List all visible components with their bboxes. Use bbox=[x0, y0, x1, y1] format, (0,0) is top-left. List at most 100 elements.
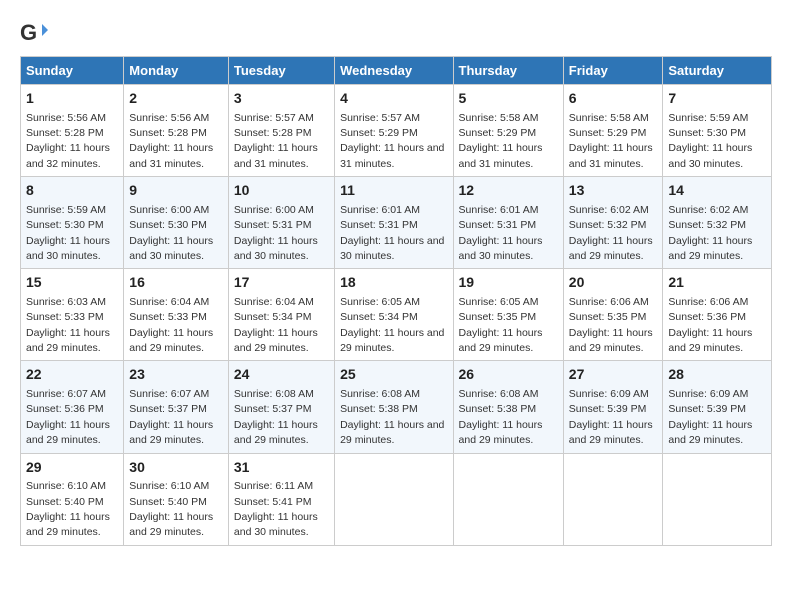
day-info: Sunrise: 5:57 AMSunset: 5:28 PMDaylight:… bbox=[234, 112, 318, 170]
day-info: Sunrise: 6:00 AMSunset: 5:30 PMDaylight:… bbox=[129, 204, 213, 262]
day-number: 4 bbox=[340, 89, 447, 109]
day-info: Sunrise: 6:05 AMSunset: 5:35 PMDaylight:… bbox=[459, 296, 543, 354]
day-info: Sunrise: 6:02 AMSunset: 5:32 PMDaylight:… bbox=[569, 204, 653, 262]
calendar-cell: 22 Sunrise: 6:07 AMSunset: 5:36 PMDaylig… bbox=[21, 361, 124, 453]
day-number: 1 bbox=[26, 89, 118, 109]
calendar-week-row: 8 Sunrise: 5:59 AMSunset: 5:30 PMDayligh… bbox=[21, 177, 772, 269]
day-info: Sunrise: 6:08 AMSunset: 5:37 PMDaylight:… bbox=[234, 388, 318, 446]
day-number: 30 bbox=[129, 458, 223, 478]
calendar-cell: 18 Sunrise: 6:05 AMSunset: 5:34 PMDaylig… bbox=[335, 269, 453, 361]
day-number: 10 bbox=[234, 181, 329, 201]
day-number: 2 bbox=[129, 89, 223, 109]
calendar-cell: 5 Sunrise: 5:58 AMSunset: 5:29 PMDayligh… bbox=[453, 85, 563, 177]
calendar-cell: 6 Sunrise: 5:58 AMSunset: 5:29 PMDayligh… bbox=[563, 85, 663, 177]
day-info: Sunrise: 6:04 AMSunset: 5:34 PMDaylight:… bbox=[234, 296, 318, 354]
calendar-cell: 28 Sunrise: 6:09 AMSunset: 5:39 PMDaylig… bbox=[663, 361, 772, 453]
day-info: Sunrise: 5:56 AMSunset: 5:28 PMDaylight:… bbox=[129, 112, 213, 170]
calendar-cell: 31 Sunrise: 6:11 AMSunset: 5:41 PMDaylig… bbox=[228, 453, 334, 545]
day-number: 24 bbox=[234, 365, 329, 385]
calendar-cell bbox=[453, 453, 563, 545]
day-info: Sunrise: 6:08 AMSunset: 5:38 PMDaylight:… bbox=[340, 388, 444, 446]
day-info: Sunrise: 6:04 AMSunset: 5:33 PMDaylight:… bbox=[129, 296, 213, 354]
calendar-cell: 20 Sunrise: 6:06 AMSunset: 5:35 PMDaylig… bbox=[563, 269, 663, 361]
day-number: 31 bbox=[234, 458, 329, 478]
calendar-week-row: 22 Sunrise: 6:07 AMSunset: 5:36 PMDaylig… bbox=[21, 361, 772, 453]
calendar-cell: 23 Sunrise: 6:07 AMSunset: 5:37 PMDaylig… bbox=[124, 361, 229, 453]
calendar-cell: 13 Sunrise: 6:02 AMSunset: 5:32 PMDaylig… bbox=[563, 177, 663, 269]
day-number: 20 bbox=[569, 273, 658, 293]
calendar-cell: 19 Sunrise: 6:05 AMSunset: 5:35 PMDaylig… bbox=[453, 269, 563, 361]
calendar-cell bbox=[563, 453, 663, 545]
calendar-week-row: 1 Sunrise: 5:56 AMSunset: 5:28 PMDayligh… bbox=[21, 85, 772, 177]
calendar-cell: 29 Sunrise: 6:10 AMSunset: 5:40 PMDaylig… bbox=[21, 453, 124, 545]
calendar-cell: 8 Sunrise: 5:59 AMSunset: 5:30 PMDayligh… bbox=[21, 177, 124, 269]
day-number: 17 bbox=[234, 273, 329, 293]
calendar-cell: 9 Sunrise: 6:00 AMSunset: 5:30 PMDayligh… bbox=[124, 177, 229, 269]
day-number: 5 bbox=[459, 89, 558, 109]
weekday-header-saturday: Saturday bbox=[663, 57, 772, 85]
day-number: 28 bbox=[668, 365, 766, 385]
day-info: Sunrise: 6:10 AMSunset: 5:40 PMDaylight:… bbox=[129, 480, 213, 538]
day-number: 12 bbox=[459, 181, 558, 201]
day-number: 29 bbox=[26, 458, 118, 478]
calendar-cell: 10 Sunrise: 6:00 AMSunset: 5:31 PMDaylig… bbox=[228, 177, 334, 269]
day-info: Sunrise: 6:01 AMSunset: 5:31 PMDaylight:… bbox=[340, 204, 444, 262]
calendar-cell: 17 Sunrise: 6:04 AMSunset: 5:34 PMDaylig… bbox=[228, 269, 334, 361]
weekday-header-thursday: Thursday bbox=[453, 57, 563, 85]
calendar-cell: 7 Sunrise: 5:59 AMSunset: 5:30 PMDayligh… bbox=[663, 85, 772, 177]
calendar-table: SundayMondayTuesdayWednesdayThursdayFrid… bbox=[20, 56, 772, 546]
calendar-cell: 21 Sunrise: 6:06 AMSunset: 5:36 PMDaylig… bbox=[663, 269, 772, 361]
day-info: Sunrise: 5:59 AMSunset: 5:30 PMDaylight:… bbox=[668, 112, 752, 170]
calendar-cell bbox=[663, 453, 772, 545]
day-info: Sunrise: 6:00 AMSunset: 5:31 PMDaylight:… bbox=[234, 204, 318, 262]
day-number: 23 bbox=[129, 365, 223, 385]
day-info: Sunrise: 6:11 AMSunset: 5:41 PMDaylight:… bbox=[234, 480, 318, 538]
calendar-cell: 4 Sunrise: 5:57 AMSunset: 5:29 PMDayligh… bbox=[335, 85, 453, 177]
day-info: Sunrise: 5:56 AMSunset: 5:28 PMDaylight:… bbox=[26, 112, 110, 170]
day-number: 25 bbox=[340, 365, 447, 385]
day-number: 9 bbox=[129, 181, 223, 201]
day-number: 11 bbox=[340, 181, 447, 201]
day-info: Sunrise: 6:09 AMSunset: 5:39 PMDaylight:… bbox=[569, 388, 653, 446]
day-info: Sunrise: 6:06 AMSunset: 5:36 PMDaylight:… bbox=[668, 296, 752, 354]
calendar-cell: 12 Sunrise: 6:01 AMSunset: 5:31 PMDaylig… bbox=[453, 177, 563, 269]
day-info: Sunrise: 6:08 AMSunset: 5:38 PMDaylight:… bbox=[459, 388, 543, 446]
calendar-cell: 3 Sunrise: 5:57 AMSunset: 5:28 PMDayligh… bbox=[228, 85, 334, 177]
day-number: 19 bbox=[459, 273, 558, 293]
weekday-header-row: SundayMondayTuesdayWednesdayThursdayFrid… bbox=[21, 57, 772, 85]
calendar-cell: 1 Sunrise: 5:56 AMSunset: 5:28 PMDayligh… bbox=[21, 85, 124, 177]
calendar-cell: 26 Sunrise: 6:08 AMSunset: 5:38 PMDaylig… bbox=[453, 361, 563, 453]
weekday-header-wednesday: Wednesday bbox=[335, 57, 453, 85]
weekday-header-monday: Monday bbox=[124, 57, 229, 85]
svg-text:G: G bbox=[20, 20, 37, 45]
day-info: Sunrise: 6:09 AMSunset: 5:39 PMDaylight:… bbox=[668, 388, 752, 446]
day-number: 15 bbox=[26, 273, 118, 293]
calendar-cell: 15 Sunrise: 6:03 AMSunset: 5:33 PMDaylig… bbox=[21, 269, 124, 361]
day-number: 21 bbox=[668, 273, 766, 293]
calendar-cell: 24 Sunrise: 6:08 AMSunset: 5:37 PMDaylig… bbox=[228, 361, 334, 453]
day-number: 7 bbox=[668, 89, 766, 109]
day-number: 8 bbox=[26, 181, 118, 201]
day-number: 27 bbox=[569, 365, 658, 385]
day-info: Sunrise: 6:01 AMSunset: 5:31 PMDaylight:… bbox=[459, 204, 543, 262]
day-info: Sunrise: 6:02 AMSunset: 5:32 PMDaylight:… bbox=[668, 204, 752, 262]
weekday-header-friday: Friday bbox=[563, 57, 663, 85]
day-info: Sunrise: 5:57 AMSunset: 5:29 PMDaylight:… bbox=[340, 112, 444, 170]
calendar-week-row: 15 Sunrise: 6:03 AMSunset: 5:33 PMDaylig… bbox=[21, 269, 772, 361]
day-info: Sunrise: 6:07 AMSunset: 5:37 PMDaylight:… bbox=[129, 388, 213, 446]
day-info: Sunrise: 6:07 AMSunset: 5:36 PMDaylight:… bbox=[26, 388, 110, 446]
day-number: 6 bbox=[569, 89, 658, 109]
day-number: 14 bbox=[668, 181, 766, 201]
day-info: Sunrise: 6:06 AMSunset: 5:35 PMDaylight:… bbox=[569, 296, 653, 354]
calendar-cell: 14 Sunrise: 6:02 AMSunset: 5:32 PMDaylig… bbox=[663, 177, 772, 269]
day-info: Sunrise: 5:59 AMSunset: 5:30 PMDaylight:… bbox=[26, 204, 110, 262]
calendar-week-row: 29 Sunrise: 6:10 AMSunset: 5:40 PMDaylig… bbox=[21, 453, 772, 545]
day-number: 18 bbox=[340, 273, 447, 293]
logo: G bbox=[20, 20, 52, 48]
calendar-cell: 30 Sunrise: 6:10 AMSunset: 5:40 PMDaylig… bbox=[124, 453, 229, 545]
calendar-cell: 27 Sunrise: 6:09 AMSunset: 5:39 PMDaylig… bbox=[563, 361, 663, 453]
calendar-cell: 11 Sunrise: 6:01 AMSunset: 5:31 PMDaylig… bbox=[335, 177, 453, 269]
day-number: 22 bbox=[26, 365, 118, 385]
day-info: Sunrise: 5:58 AMSunset: 5:29 PMDaylight:… bbox=[569, 112, 653, 170]
day-info: Sunrise: 6:05 AMSunset: 5:34 PMDaylight:… bbox=[340, 296, 444, 354]
